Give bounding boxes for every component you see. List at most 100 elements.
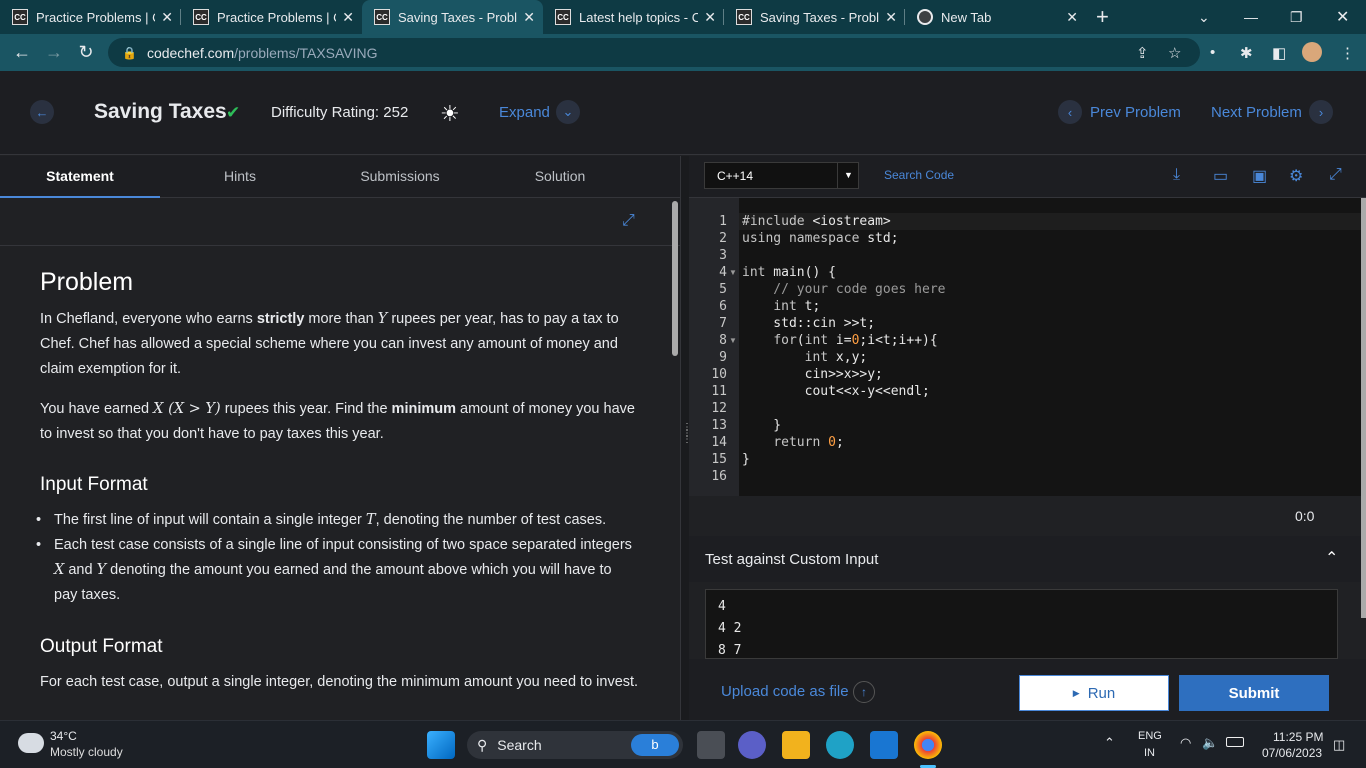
chevron-up-icon[interactable]: ⌃ bbox=[1325, 548, 1338, 568]
close-tab-icon[interactable]: ✕ bbox=[704, 9, 716, 26]
back-icon[interactable]: ← bbox=[6, 42, 38, 63]
upload-code-link[interactable]: Upload code as file bbox=[721, 683, 849, 700]
maximize-button[interactable]: ❐ bbox=[1290, 0, 1303, 34]
edge-icon[interactable] bbox=[826, 731, 854, 759]
search-code-link[interactable]: Search Code bbox=[884, 168, 954, 182]
editor-toolbar: C++14 ▼ Search Code ⤓ ▭ ▣ ⚙ ⤢ bbox=[689, 156, 1366, 198]
teams-chat-icon[interactable] bbox=[738, 731, 766, 759]
chevron-right-icon[interactable]: › bbox=[1309, 100, 1333, 124]
taskbar-search[interactable]: ⚲ Search b bbox=[467, 731, 683, 759]
notification-icon[interactable]: ◫ bbox=[1333, 737, 1345, 753]
editor-scrollbar[interactable] bbox=[1361, 198, 1366, 618]
bookmark-star-icon[interactable]: ☆ bbox=[1168, 44, 1181, 62]
download-icon[interactable]: ⤓ bbox=[1173, 166, 1180, 184]
codechef-favicon-icon: CC bbox=[374, 9, 390, 25]
side-panel-icon[interactable]: ◧ bbox=[1272, 44, 1286, 62]
tray-chevron-icon[interactable]: ⌃ bbox=[1104, 735, 1115, 751]
codechef-favicon-icon: CC bbox=[736, 9, 752, 25]
input-bullet-1: • The first line of input will contain a … bbox=[36, 512, 607, 528]
close-tab-icon[interactable]: ✕ bbox=[523, 9, 535, 26]
task-view-icon[interactable] bbox=[697, 731, 725, 759]
back-arrow-icon[interactable]: ← bbox=[30, 100, 54, 124]
wifi-icon[interactable]: ◠ bbox=[1180, 735, 1191, 751]
language-select[interactable]: C++14 bbox=[704, 162, 859, 189]
problem-heading: Problem bbox=[40, 268, 134, 296]
new-tab-button[interactable]: + bbox=[1096, 4, 1109, 30]
close-window-button[interactable]: ✕ bbox=[1336, 0, 1349, 34]
code-editor[interactable]: 1 2 3 4 5 6 7 8 9 10 11 12 13 14 15 16 ▼… bbox=[689, 198, 1361, 496]
browser-tab-6[interactable]: New Tab ✕ bbox=[905, 0, 1086, 34]
play-icon: ▶ bbox=[1072, 687, 1080, 698]
problem-title: Saving Taxes bbox=[94, 100, 227, 123]
output-format-heading: Output Format bbox=[40, 636, 163, 657]
address-bar: ← → ↻ 🔒 codechef.com/problems/TAXSAVING bbox=[0, 34, 1366, 71]
close-tab-icon[interactable]: ✕ bbox=[885, 9, 897, 26]
close-tab-icon[interactable]: ✕ bbox=[1066, 9, 1078, 26]
fold-arrow-icon[interactable]: ▼ bbox=[729, 336, 737, 345]
browser-tab-5[interactable]: CC Saving Taxes - Probler ✕ bbox=[724, 0, 905, 34]
search-icon: ⚲ bbox=[477, 736, 488, 753]
custom-input-title: Test against Custom Input bbox=[705, 551, 879, 568]
share-icon[interactable]: ⇪ bbox=[1136, 44, 1149, 62]
theme-toggle-icon[interactable]: ☀ bbox=[440, 101, 460, 127]
fold-arrow-icon[interactable]: ▼ bbox=[729, 268, 737, 277]
file-explorer-icon[interactable] bbox=[782, 731, 810, 759]
extension-icon[interactable]: • bbox=[1210, 44, 1215, 61]
chrome-favicon-icon bbox=[917, 9, 933, 25]
browser-tab-4[interactable]: CC Latest help topics - Co ✕ bbox=[543, 0, 724, 34]
windows-start-icon[interactable] bbox=[427, 731, 455, 759]
weather-cloud-icon bbox=[18, 733, 44, 753]
tab-submissions[interactable]: Submissions bbox=[320, 156, 480, 198]
upload-icon[interactable]: ↑ bbox=[853, 681, 875, 703]
chevron-left-icon[interactable]: ‹ bbox=[1058, 100, 1082, 124]
windows-taskbar: 34°C Mostly cloudy ⚲ Search b ⌃ ENG IN ◠ … bbox=[0, 720, 1366, 768]
tab-statement[interactable]: Statement bbox=[0, 156, 160, 198]
close-tab-icon[interactable]: ✕ bbox=[161, 9, 173, 26]
forward-icon[interactable]: → bbox=[38, 42, 70, 63]
tab-solution[interactable]: Solution bbox=[480, 156, 640, 198]
fullscreen-icon[interactable]: ⤢ bbox=[1329, 166, 1342, 184]
close-tab-icon[interactable]: ✕ bbox=[342, 9, 354, 26]
dropdown-arrow-icon[interactable]: ▼ bbox=[837, 162, 859, 189]
battery-icon[interactable] bbox=[1226, 737, 1244, 747]
lock-icon: 🔒 bbox=[122, 45, 137, 60]
next-problem-link[interactable]: Next Problem bbox=[1211, 104, 1302, 121]
menu-dots-icon[interactable]: ⋮ bbox=[1340, 44, 1355, 62]
chevron-down-icon[interactable]: ⌄ bbox=[556, 100, 580, 124]
reload-icon[interactable]: ↻ bbox=[70, 42, 102, 63]
problem-header: ← Saving Taxes ✔ Difficulty Rating: 252 … bbox=[0, 71, 1366, 155]
problem-tabs: Statement Hints Submissions Solution bbox=[0, 156, 680, 198]
codechef-favicon-icon: CC bbox=[12, 9, 28, 25]
profile-avatar[interactable] bbox=[1302, 42, 1322, 62]
editor-status-bar bbox=[689, 496, 1361, 536]
tab-hints[interactable]: Hints bbox=[160, 156, 320, 198]
browser-tab-strip: CCPractice Problems | Co✕ CCPractice Pro… bbox=[0, 0, 1366, 34]
settings-gear-icon[interactable]: ⚙ bbox=[1289, 166, 1303, 186]
statement-scrollbar[interactable] bbox=[672, 201, 678, 356]
problem-paragraph-1: In Chefland, everyone who earns strictly… bbox=[40, 311, 619, 377]
volume-icon[interactable]: 🔈 bbox=[1202, 735, 1218, 751]
browser-tab-1[interactable]: CCPractice Problems | Co✕ bbox=[0, 0, 181, 34]
chrome-taskbar-icon[interactable] bbox=[914, 731, 942, 759]
difficulty-rating: Difficulty Rating: 252 bbox=[271, 104, 409, 121]
problem-paragraph-2: You have earned X (X > Y) rupees this ye… bbox=[40, 401, 635, 442]
expand-button[interactable]: Expand bbox=[499, 104, 550, 121]
submit-button[interactable]: Submit bbox=[1179, 675, 1329, 711]
browser-tab-2[interactable]: CCPractice Problems | Co✕ bbox=[181, 0, 362, 34]
run-button[interactable]: ▶ Run bbox=[1019, 675, 1169, 711]
browser-tab-3-active[interactable]: CC Saving Taxes - Probler ✕ bbox=[362, 0, 543, 34]
save-icon[interactable]: ▣ bbox=[1252, 166, 1267, 186]
mail-icon[interactable] bbox=[870, 731, 898, 759]
custom-input-textarea[interactable]: 4 4 2 8 7 bbox=[705, 589, 1338, 659]
fullscreen-expand-icon[interactable]: ⤢ bbox=[622, 212, 635, 230]
comment-icon[interactable]: ▭ bbox=[1213, 166, 1228, 186]
input-bullet-2: • Each test case consists of a single lin… bbox=[36, 537, 632, 603]
puzzle-icon[interactable]: ✱ bbox=[1240, 44, 1253, 62]
prev-problem-link[interactable]: Prev Problem bbox=[1090, 104, 1181, 121]
url-input[interactable]: 🔒 codechef.com/problems/TAXSAVING bbox=[108, 38, 1200, 67]
tab-search-icon[interactable]: ⌄ bbox=[1198, 0, 1210, 34]
bing-icon[interactable]: b bbox=[631, 734, 679, 756]
statement-toolbar: ⤢ bbox=[0, 198, 680, 246]
cursor-position: 0:0 bbox=[1295, 508, 1315, 524]
minimize-button[interactable]: — bbox=[1244, 0, 1258, 34]
